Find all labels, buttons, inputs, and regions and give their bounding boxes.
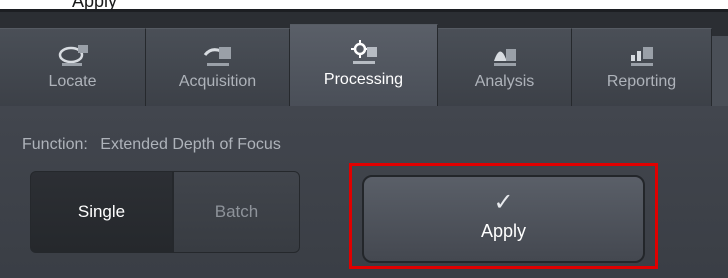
histogram-icon: [493, 49, 516, 66]
tab-label: Acquisition: [178, 73, 257, 90]
function-row: Function: Extended Depth of Focus: [22, 136, 281, 154]
tab-acquisition[interactable]: Acquisition: [146, 28, 290, 118]
batch-mode-button[interactable]: Batch: [173, 171, 300, 253]
apply-button[interactable]: ✓ Apply: [362, 175, 645, 263]
tab-label: Processing: [323, 71, 404, 88]
function-value: Extended Depth of Focus: [100, 136, 281, 153]
tab-label: Analysis: [474, 73, 535, 90]
stage: Apply Locate Acquisition Processing Anal…: [0, 0, 728, 278]
tab-reporting[interactable]: Reporting: [572, 28, 712, 118]
microscope-icon: [58, 45, 88, 66]
processing-icon: [350, 40, 377, 64]
tab-locate[interactable]: Locate: [0, 28, 146, 118]
tab-label: Locate: [48, 73, 97, 90]
checkmark-icon: ✓: [493, 189, 514, 216]
workflow-tab-bar: Locate Acquisition Processing Analysis R…: [0, 12, 728, 118]
processing-panel: Function: Extended Depth of Focus Single…: [0, 106, 728, 278]
tab-processing[interactable]: Processing: [290, 24, 438, 118]
report-icon: [630, 47, 653, 66]
single-mode-button[interactable]: Single: [30, 171, 173, 253]
apply-label: Apply: [480, 221, 527, 241]
camera-icon: [203, 47, 231, 66]
function-label: Function:: [22, 136, 88, 153]
tab-label: Reporting: [606, 73, 677, 90]
tab-analysis[interactable]: Analysis: [438, 28, 572, 118]
